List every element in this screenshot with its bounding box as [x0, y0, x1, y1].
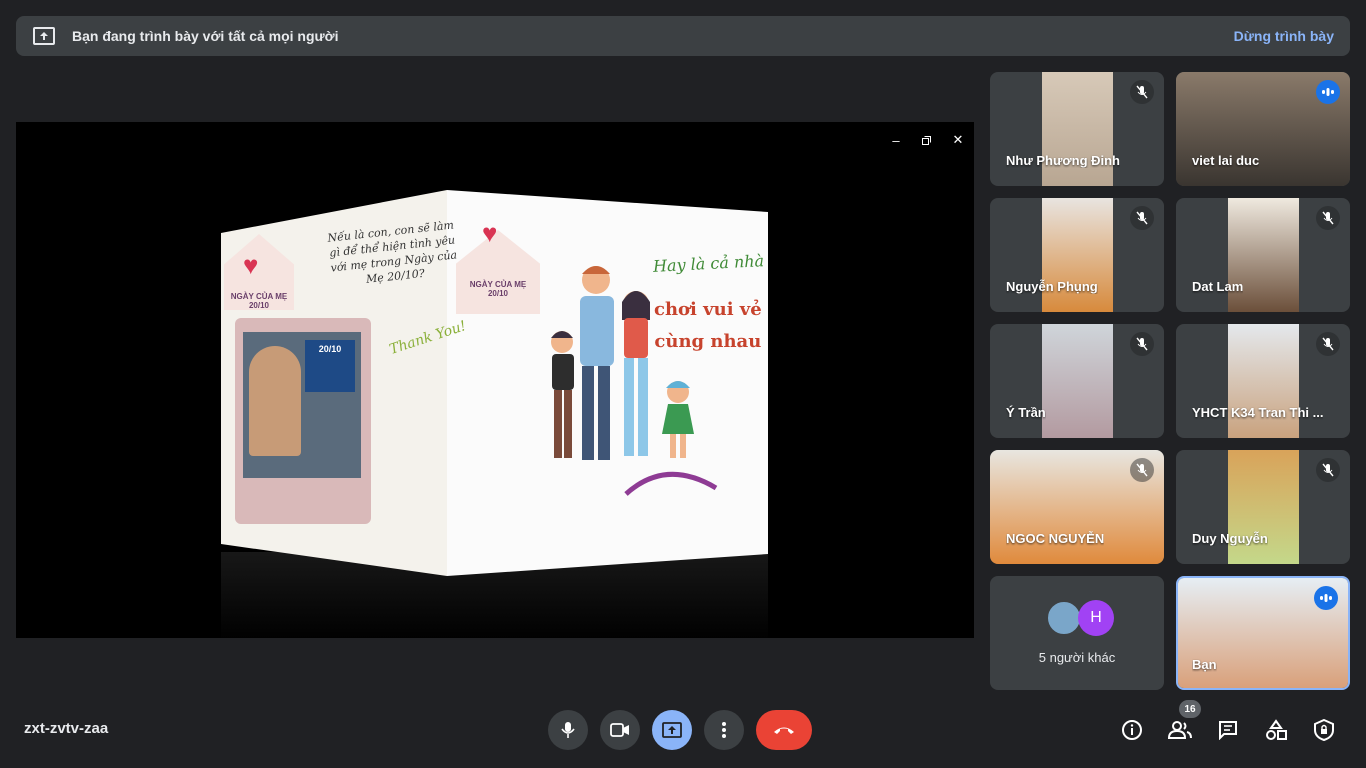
person-photo [249, 346, 301, 456]
self-tile[interactable]: Bạn [1176, 576, 1350, 690]
participant-video [1228, 198, 1299, 312]
participant-count-badge: 16 [1179, 700, 1201, 718]
host-controls-button[interactable] [1306, 712, 1342, 748]
participant-tile[interactable]: Nguyễn Phụng [990, 198, 1164, 312]
presentation-stage: – ✕ ♥ NGÀY CỦA MẸ 20/10 Nếu là con, con … [16, 122, 974, 638]
present-screen-icon [662, 722, 682, 738]
camera-icon [610, 723, 629, 737]
monitor-screen: 20/10 [243, 332, 361, 478]
participant-tile[interactable]: NGOC NGUYỄN [990, 450, 1164, 564]
hangup-icon [774, 727, 794, 734]
participant-name: Như Phương Đinh [1006, 153, 1120, 168]
heart-icon: ♥ [482, 218, 498, 248]
others-tile[interactable]: H 5 người khác [990, 576, 1164, 690]
meeting-details-button[interactable] [1114, 712, 1150, 748]
participant-tile[interactable]: Ý Trần [990, 324, 1164, 438]
camera-button[interactable] [600, 710, 640, 750]
participant-video [1228, 324, 1299, 438]
participant-tile[interactable]: Duy Nguyễn [1176, 450, 1350, 564]
house-label-left: NGÀY CỦA MẸ 20/10 [230, 292, 288, 310]
participant-name: NGOC NGUYỄN [1006, 531, 1105, 546]
presenting-text: Bạn đang trình bày với tất cả mọi người [72, 28, 339, 44]
more-vert-icon [722, 722, 726, 738]
speaking-icon [1314, 586, 1338, 610]
mic-off-icon [1130, 332, 1154, 356]
mic-off-icon [1316, 332, 1340, 356]
participant-video [1228, 450, 1299, 564]
avatar: H [1078, 600, 1114, 636]
presenting-banner: Bạn đang trình bày với tất cả mọi người … [16, 16, 1350, 56]
heart-icon: ♥ [243, 250, 259, 280]
participant-tile[interactable]: Như Phương Đinh [990, 72, 1164, 186]
participant-video [1042, 72, 1113, 186]
participant-name: Nguyễn Phụng [1006, 279, 1098, 294]
activities-icon [1266, 719, 1287, 740]
participant-name: YHCT K34 Tran Thi ... [1192, 405, 1324, 420]
participant-name: Duy Nguyễn [1192, 531, 1268, 546]
mic-off-icon [1316, 206, 1340, 230]
participant-video [1042, 198, 1113, 312]
participant-name: Ý Trần [1006, 405, 1046, 420]
people-icon [1168, 721, 1192, 739]
close-icon[interactable]: ✕ [948, 130, 968, 150]
tv-text: 20/10 [305, 340, 355, 392]
participant-tile[interactable]: Dat Lam [1176, 198, 1350, 312]
house-label-right: NGÀY CỦA MẸ 20/10 [469, 280, 527, 298]
participant-tile[interactable]: viet lai duc [1176, 72, 1350, 186]
restore-icon[interactable] [916, 130, 936, 150]
info-icon [1122, 720, 1142, 740]
microphone-icon [561, 722, 575, 738]
avatar [1046, 600, 1082, 636]
bottom-toolbar: zxt-zvtv-zaa 16 [0, 690, 1366, 768]
chat-icon [1219, 721, 1237, 740]
present-now-button[interactable] [652, 710, 692, 750]
minimize-icon[interactable]: – [886, 130, 906, 150]
speaking-icon [1316, 80, 1340, 104]
mic-off-icon [1130, 206, 1154, 230]
participant-video [1042, 324, 1113, 438]
more-options-button[interactable] [704, 710, 744, 750]
participant-name: Bạn [1192, 657, 1217, 672]
mic-off-icon [1130, 80, 1154, 104]
microphone-button[interactable] [548, 710, 588, 750]
monitor-illustration: 20/10 [235, 318, 371, 524]
family-illustration [551, 266, 718, 496]
participant-tile[interactable]: YHCT K34 Tran Thi ... [1176, 324, 1350, 438]
meeting-code: zxt-zvtv-zaa [24, 720, 109, 737]
mic-off-icon [1130, 458, 1154, 482]
shield-lock-icon [1314, 719, 1334, 741]
present-screen-icon [32, 24, 56, 48]
chat-button[interactable] [1210, 712, 1246, 748]
leave-call-button[interactable] [756, 710, 812, 750]
stop-presenting-button[interactable]: Dừng trình bày [1234, 28, 1334, 44]
participant-name: Dat Lam [1192, 279, 1244, 294]
others-count-label: 5 người khác [1038, 650, 1116, 665]
others-avatars: H [1046, 600, 1114, 636]
mic-off-icon [1316, 458, 1340, 482]
participant-name: viet lai duc [1192, 153, 1260, 168]
activities-button[interactable] [1258, 712, 1294, 748]
